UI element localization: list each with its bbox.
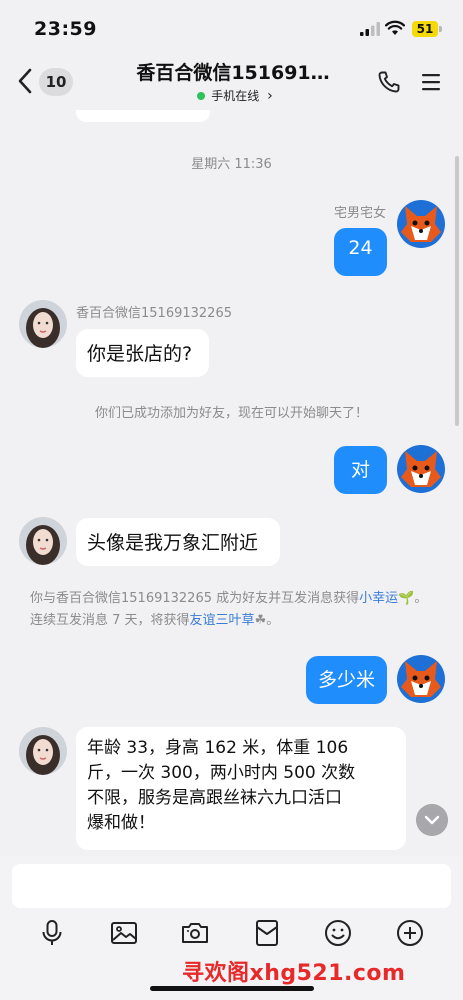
lucky-sprout-link[interactable]: 小幸运: [359, 591, 398, 606]
system-notice: 你们已成功添加为好友，现在可以开始聊天了！: [94, 406, 368, 421]
online-status-text: 手机在线: [211, 89, 260, 103]
battery-tip: [439, 26, 442, 32]
previous-message-bubble: [76, 110, 210, 122]
fox-avatar[interactable]: [397, 655, 445, 703]
chat-area[interactable]: 星期六 11:36 宅男宅女 24 香百合微信15169132265 你是张店的…: [0, 110, 463, 856]
clock: 23:59: [34, 18, 97, 40]
camera-icon[interactable]: [180, 918, 210, 948]
plus-icon[interactable]: [395, 918, 425, 948]
scrollbar[interactable]: [455, 156, 459, 426]
woman-avatar[interactable]: [19, 300, 67, 348]
woman-avatar[interactable]: [19, 727, 67, 775]
friendship-notice: 你与香百合微信15169132265 成为好友并互发消息获得小幸运🌱。连续互发消…: [30, 588, 440, 632]
fox-avatar[interactable]: [397, 200, 445, 248]
message-input[interactable]: [12, 864, 451, 908]
home-indicator[interactable]: [150, 986, 314, 991]
message-bubble[interactable]: 你是张店的?: [76, 329, 209, 377]
red-packet-icon[interactable]: [252, 918, 282, 948]
sender-name: 宅男宅女: [333, 206, 386, 221]
emoji-icon[interactable]: [323, 918, 353, 948]
message-line: 年龄 33，身高 162 米，体重 106: [87, 738, 349, 758]
unread-count-badge[interactable]: 10: [39, 68, 73, 96]
wifi-icon: [385, 20, 405, 35]
timestamp: 星期六 11:36: [191, 157, 272, 172]
message-bubble[interactable]: 多少米: [306, 656, 387, 704]
message-bubble[interactable]: 对: [334, 446, 387, 494]
message-bubble[interactable]: 头像是我万象汇附近: [76, 518, 280, 566]
message-line: 斤，一次 300，两小时内 500 次数: [87, 763, 356, 783]
composer-bar: 寻欢阁xhg521.com: [0, 856, 463, 1000]
message-line: 爆和做！: [87, 813, 155, 833]
notice-text: ☘。: [254, 613, 280, 628]
scroll-to-bottom-button[interactable]: [416, 804, 448, 836]
notice-text: 你与香百合微信15169132265 成为好友并互发消息获得: [30, 591, 360, 606]
microphone-icon[interactable]: [37, 918, 67, 948]
status-bar: 23:59 51: [0, 0, 463, 56]
watermark: 寻欢阁xhg521.com: [182, 961, 406, 986]
phone-call-icon[interactable]: [377, 70, 401, 94]
online-dot-icon: [197, 92, 206, 100]
cellular-signal-icon: [360, 22, 380, 36]
message-bubble[interactable]: 24: [334, 228, 387, 276]
menu-icon[interactable]: [421, 72, 441, 92]
sender-name: 香百合微信15169132265: [76, 306, 232, 321]
online-status[interactable]: 手机在线 ›: [130, 87, 340, 104]
online-chevron-icon: ›: [267, 88, 273, 104]
message-line: 不限，服务是高跟丝袜六九口活口: [87, 788, 342, 808]
chat-title[interactable]: 香百合微信151691…: [118, 58, 348, 85]
message-bubble[interactable]: 年龄 33，身高 162 米，体重 106 斤，一次 300，两小时内 500 …: [76, 727, 406, 850]
woman-avatar[interactable]: [19, 517, 67, 565]
back-chevron-icon[interactable]: [16, 67, 34, 95]
image-icon[interactable]: [109, 918, 139, 948]
battery-indicator: 51: [412, 21, 438, 37]
fox-avatar[interactable]: [397, 445, 445, 493]
friendship-clover-link[interactable]: 友谊三叶草: [190, 613, 255, 628]
